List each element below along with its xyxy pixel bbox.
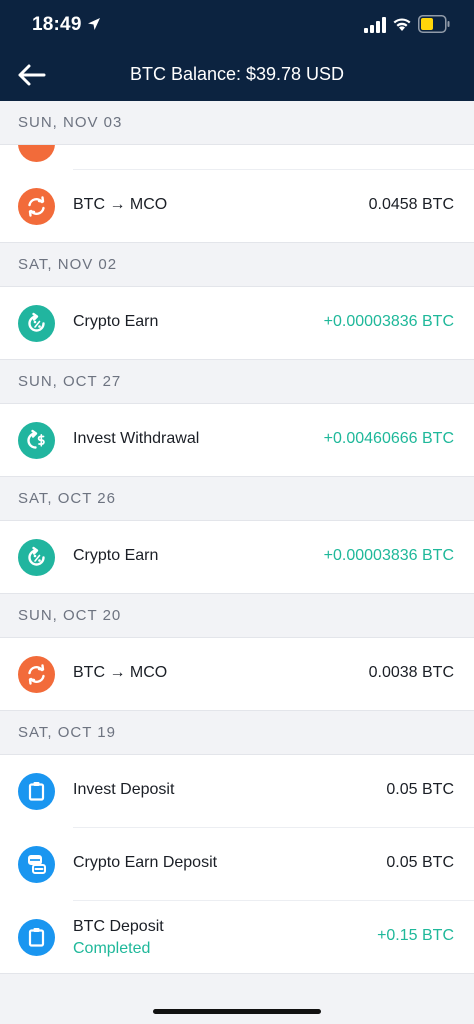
transaction-amount: 0.0038 BTC	[368, 664, 454, 681]
transaction-row[interactable]: BTC Deposit Completed +0.15 BTC	[0, 901, 474, 974]
transaction-amount: +0.00003836 BTC	[323, 547, 454, 564]
transaction-amount: 0.05 BTC	[386, 781, 454, 798]
battery-icon	[418, 15, 450, 33]
app-screen: 18:49 BTC Balance: $39.78 USD SUN, NOV 0…	[0, 0, 474, 1024]
page-title: BTC Balance: $39.78 USD	[129, 64, 345, 84]
transaction-amount: +0.00003836 BTC	[323, 313, 454, 330]
transaction-label: Invest Withdrawal	[73, 430, 200, 447]
clipboard-icon	[18, 919, 55, 956]
transaction-list[interactable]: SUN, NOV 03 BTC → MCO 0.0458 BTC SAT, NO…	[0, 101, 474, 974]
transaction-row[interactable]: Crypto Earn Deposit 0.05 BTC	[0, 828, 474, 901]
nav-bar: BTC Balance: $39.78 USD	[0, 50, 474, 101]
transaction-row[interactable]: BTC → MCO 0.0038 BTC	[0, 638, 474, 711]
transaction-label: Crypto Earn	[73, 313, 159, 330]
wifi-icon	[393, 18, 411, 31]
transaction-label: Crypto Earn	[73, 547, 159, 564]
earn-icon	[18, 305, 55, 342]
transaction-amount: 0.0458 BTC	[368, 196, 454, 213]
transaction-row[interactable]: Crypto Earn +0.00003836 BTC	[0, 287, 474, 360]
date-header: SUN, OCT 27	[0, 360, 474, 404]
transaction-label: Crypto Earn Deposit	[73, 854, 218, 871]
clipboard-icon	[18, 773, 55, 810]
date-header: SUN, OCT 20	[0, 594, 474, 638]
date-header: SAT, OCT 26	[0, 477, 474, 521]
transaction-label: BTC → MCO	[73, 664, 168, 681]
transaction-row[interactable]: Invest Withdrawal +0.00460666 BTC	[0, 404, 474, 477]
exchange-icon	[18, 145, 55, 162]
date-header: SUN, NOV 03	[0, 101, 474, 145]
transaction-label: Invest Deposit	[73, 781, 175, 798]
transaction-amount: 0.05 BTC	[386, 854, 454, 871]
earn-icon	[18, 539, 55, 576]
transaction-row[interactable]: BTC → MCO 0.0458 BTC	[0, 170, 474, 243]
transaction-status: Completed	[73, 940, 151, 957]
cellular-signal-icon	[364, 17, 386, 33]
transaction-amount: +0.15 BTC	[377, 927, 454, 944]
transaction-amount: +0.00460666 BTC	[323, 430, 454, 447]
date-header: SAT, OCT 19	[0, 711, 474, 755]
withdrawal-icon	[18, 422, 55, 459]
exchange-icon	[18, 188, 55, 225]
status-time: 18:49	[32, 14, 82, 35]
transaction-row[interactable]: Invest Deposit 0.05 BTC	[0, 755, 474, 828]
coins-icon	[18, 846, 55, 883]
status-bar: 18:49	[0, 0, 474, 50]
date-header: SAT, NOV 02	[0, 243, 474, 287]
transaction-label: BTC → MCO	[73, 196, 168, 213]
partial-transaction-row[interactable]	[0, 145, 474, 170]
transaction-row[interactable]: Crypto Earn +0.00003836 BTC	[0, 521, 474, 594]
exchange-icon	[18, 656, 55, 693]
location-arrow-icon	[88, 18, 100, 30]
header: 18:49 BTC Balance: $39.78 USD	[0, 0, 474, 101]
transaction-label: BTC Deposit	[73, 918, 164, 935]
home-indicator	[153, 1009, 321, 1014]
